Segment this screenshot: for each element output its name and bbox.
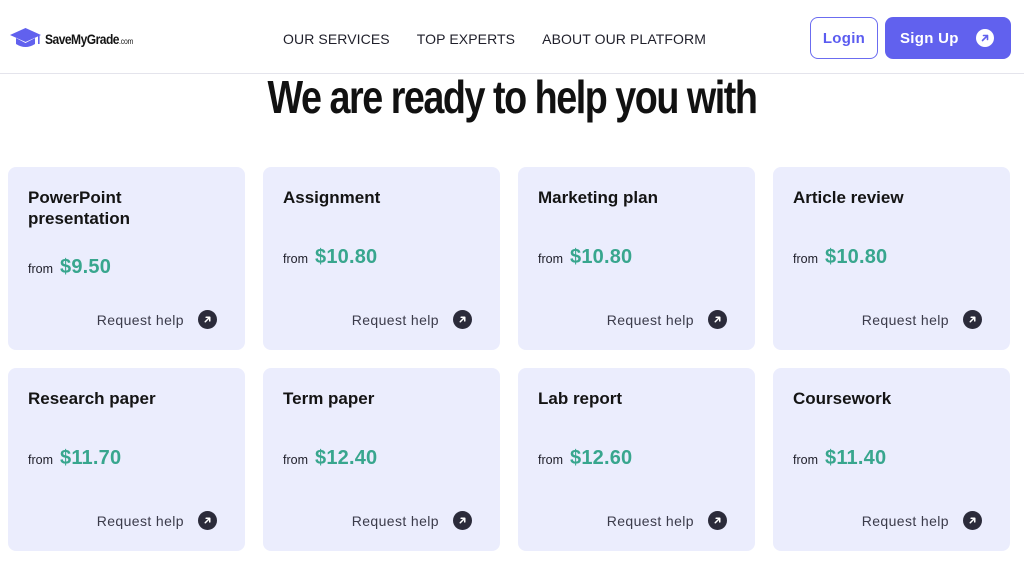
service-card-powerpoint[interactable]: PowerPoint presentation from $9.50 Reque…: [8, 167, 245, 350]
nav-our-services[interactable]: OUR SERVICES: [283, 31, 390, 47]
price-row: from $11.70: [28, 447, 121, 470]
arrow-up-right-icon: [963, 511, 982, 530]
arrow-up-right-icon: [198, 511, 217, 530]
service-card-lab-report[interactable]: Lab report from $12.60 Request help: [518, 368, 755, 551]
login-label: Login: [822, 29, 866, 47]
request-help-link[interactable]: Request help: [607, 310, 727, 329]
price-row: from $10.80: [793, 246, 887, 269]
nav-about-platform[interactable]: ABOUT OUR PLATFORM: [542, 31, 706, 47]
request-help-label: Request help: [96, 512, 184, 529]
service-card-article-review[interactable]: Article review from $10.80 Request help: [773, 167, 1010, 350]
arrow-up-right-icon: [453, 511, 472, 530]
arrow-up-right-icon: [963, 310, 982, 329]
request-help-label: Request help: [351, 512, 439, 529]
logo[interactable]: SaveMyGrade.com: [9, 26, 148, 52]
graduation-cap-icon: [9, 27, 42, 51]
service-title: Assignment: [283, 188, 381, 207]
request-help-link[interactable]: Request help: [862, 511, 982, 530]
service-card-marketing-plan[interactable]: Marketing plan from $10.80 Request help: [518, 167, 755, 350]
arrow-up-right-icon: [708, 310, 727, 329]
signup-label: Sign Up: [900, 29, 959, 47]
request-help-label: Request help: [861, 311, 949, 328]
page-title: We are ready to help you with: [267, 71, 758, 123]
price-value: $10.80: [315, 246, 378, 268]
price-value: $12.40: [315, 447, 378, 469]
signup-button[interactable]: Sign Up: [885, 17, 1011, 59]
request-help-link[interactable]: Request help: [862, 310, 982, 329]
price-row: from $12.60: [538, 447, 632, 470]
price-row: from $9.50: [28, 256, 111, 279]
service-card-research-paper[interactable]: Research paper from $11.70 Request help: [8, 368, 245, 551]
request-help-link[interactable]: Request help: [97, 310, 217, 329]
price-prefix: from: [283, 453, 308, 467]
price-value: $11.40: [825, 447, 887, 469]
site-header: SaveMyGrade.com OUR SERVICES TOP EXPERTS…: [0, 0, 1024, 74]
price-value: $11.70: [60, 447, 122, 469]
arrow-up-right-icon: [976, 29, 994, 47]
nav-top-experts[interactable]: TOP EXPERTS: [417, 31, 515, 47]
request-help-link[interactable]: Request help: [352, 511, 472, 530]
price-prefix: from: [538, 252, 563, 266]
price-value: $10.80: [570, 246, 633, 268]
request-help-label: Request help: [861, 512, 949, 529]
arrow-up-right-icon: [198, 310, 217, 329]
arrow-up-right-icon: [453, 310, 472, 329]
price-prefix: from: [793, 252, 818, 266]
request-help-link[interactable]: Request help: [352, 310, 472, 329]
price-value: $10.80: [825, 246, 888, 268]
price-prefix: from: [793, 453, 818, 467]
arrow-up-right-icon: [708, 511, 727, 530]
service-card-coursework[interactable]: Coursework from $11.40 Request help: [773, 368, 1010, 551]
service-title: Coursework: [793, 389, 892, 408]
request-help-link[interactable]: Request help: [607, 511, 727, 530]
service-title: Research paper: [28, 389, 156, 408]
price-prefix: from: [28, 453, 53, 467]
service-title: Lab report: [538, 389, 623, 408]
price-value: $9.50: [60, 256, 112, 278]
service-title: Marketing plan: [538, 188, 658, 207]
logo-suffix: .com: [118, 37, 134, 46]
price-prefix: from: [28, 262, 53, 276]
service-card-term-paper[interactable]: Term paper from $12.40 Request help: [263, 368, 500, 551]
logo-name: SaveMyGrade: [45, 31, 119, 47]
logo-text: SaveMyGrade.com: [45, 31, 133, 47]
price-prefix: from: [538, 453, 563, 467]
price-prefix: from: [283, 252, 308, 266]
price-value: $12.60: [570, 447, 633, 469]
price-row: from $11.40: [793, 447, 886, 470]
request-help-link[interactable]: Request help: [97, 511, 217, 530]
price-row: from $10.80: [538, 246, 632, 269]
price-row: from $10.80: [283, 246, 377, 269]
request-help-label: Request help: [606, 311, 694, 328]
main-nav: OUR SERVICES TOP EXPERTS ABOUT OUR PLATF…: [283, 31, 706, 47]
service-card-assignment[interactable]: Assignment from $10.80 Request help: [263, 167, 500, 350]
request-help-label: Request help: [96, 311, 184, 328]
login-button[interactable]: Login: [810, 17, 878, 59]
price-row: from $12.40: [283, 447, 377, 470]
request-help-label: Request help: [351, 311, 439, 328]
service-title: Article review: [793, 188, 904, 207]
service-title: PowerPoint presentation: [28, 188, 131, 228]
request-help-label: Request help: [606, 512, 694, 529]
service-title: Term paper: [283, 389, 375, 408]
